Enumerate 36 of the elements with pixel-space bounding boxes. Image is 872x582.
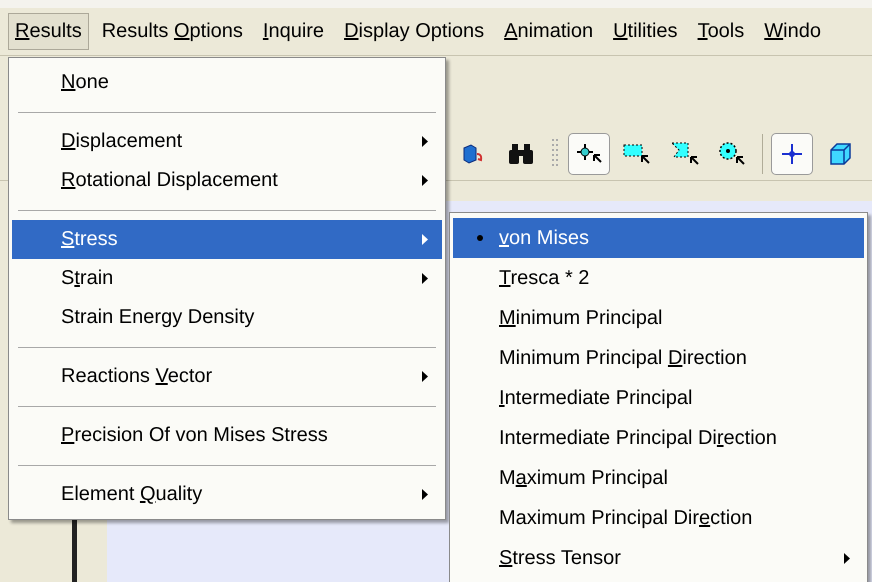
toolbar-button[interactable] [568, 132, 610, 174]
menu-title[interactable]: Display Options [337, 13, 492, 50]
menu-item[interactable]: Strain Energy Density [12, 298, 442, 337]
menu-item[interactable]: Tresca * 2 [453, 258, 864, 298]
menu-title[interactable]: Windo [757, 13, 828, 50]
box-select-icon [622, 142, 652, 166]
menu-item[interactable]: Precision Of von Mises Stress [12, 416, 442, 455]
menu-item[interactable]: Maximum Principal Direction [453, 498, 864, 538]
menu-title[interactable]: Animation [497, 13, 600, 50]
polygon-select-icon [670, 140, 700, 166]
menu-title[interactable]: Inquire [256, 13, 332, 50]
menu-item[interactable]: Minimum Principal [453, 298, 864, 338]
menu-item[interactable]: Stress Tensor [453, 538, 864, 578]
cube-icon [828, 142, 852, 166]
menu-item[interactable]: Intermediate Principal Direction [453, 418, 864, 458]
menu-title[interactable]: Results [8, 13, 89, 50]
menu-title[interactable]: Utilities [606, 13, 685, 50]
menu-item[interactable]: Maximum Principal [453, 458, 864, 498]
menu-item[interactable]: Rotational Displacement [12, 161, 442, 200]
node-pick-icon [575, 142, 603, 164]
menu-item[interactable]: Element Quality [12, 475, 442, 514]
menu-title[interactable]: Tools [690, 13, 752, 50]
menu-item[interactable]: Reactions Vector [12, 357, 442, 396]
rotate-icon [462, 142, 484, 166]
toolbar-button[interactable] [771, 132, 813, 174]
binoculars-icon [507, 142, 535, 166]
grip-icon[interactable] [552, 138, 558, 168]
menu-item[interactable]: Displacement [12, 122, 442, 161]
menu-item[interactable]: Stress [12, 220, 442, 259]
menu-item[interactable]: Strain [12, 259, 442, 298]
menu-item[interactable]: Intermediate Principal [453, 378, 864, 418]
menu-item[interactable]: None [12, 63, 442, 102]
menu-item[interactable]: Minimum Principal Direction [453, 338, 864, 378]
menu-item[interactable]: von Mises [453, 218, 864, 258]
menu-title[interactable]: Results Options [94, 13, 250, 50]
node-icon [781, 142, 803, 164]
